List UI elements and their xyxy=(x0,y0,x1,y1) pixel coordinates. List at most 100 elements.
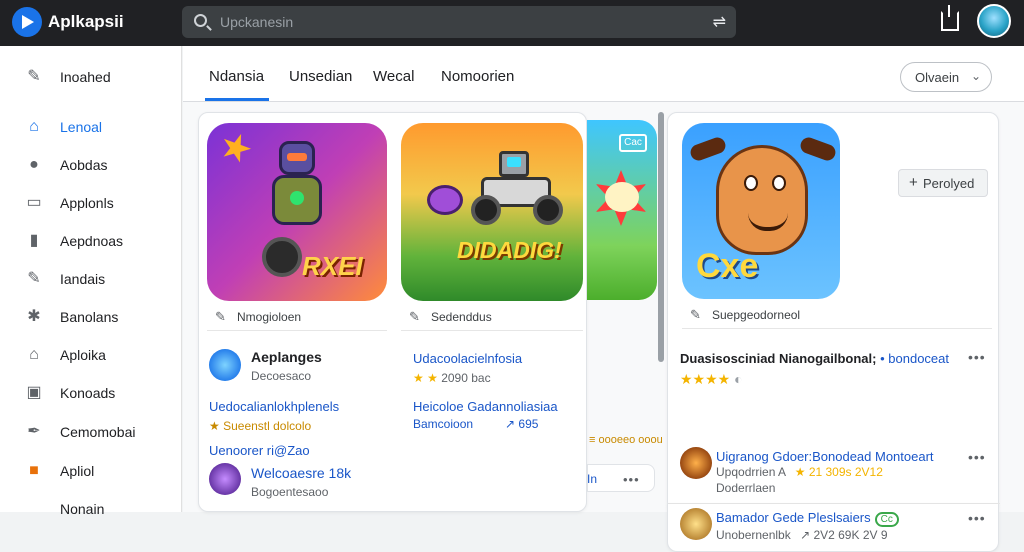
share-icon[interactable] xyxy=(941,5,959,31)
app-subtitle: Bogoentesaoo xyxy=(251,485,329,499)
sidebar-item-label: Aploika xyxy=(60,347,106,363)
sidebar-item-label: Inoahed xyxy=(60,69,111,85)
sidebar-item-9[interactable]: ✒ Cemomobai xyxy=(0,415,182,449)
app-link[interactable]: Welcoaesre 18k xyxy=(251,465,351,481)
tile-caption-label: Nmogioloen xyxy=(237,310,302,324)
search-bar[interactable]: Upckanesin ⇌ xyxy=(182,6,736,38)
sidebar-item-label: Apliol xyxy=(60,463,95,479)
game-tile-2-text: DIDADIG! xyxy=(457,237,562,263)
app-link[interactable]: Uigranog Gdoer:Bonodead Montoeart xyxy=(716,449,934,464)
more-icon[interactable]: ••• xyxy=(968,449,986,465)
app-rating: ★ 21 309s 2V12 xyxy=(794,465,883,479)
app-link[interactable]: Bamador Gede Pleslsaiers Cc xyxy=(716,510,899,527)
sidebar-item-label: Lenoal xyxy=(60,119,103,135)
app-title[interactable]: Aeplanges xyxy=(251,349,322,365)
app-icon[interactable] xyxy=(209,463,241,495)
top-bar: Aplkapsii Upckanesin ⇌ xyxy=(0,0,1024,46)
sidebar-item-10[interactable]: ■ Apliol xyxy=(0,454,182,488)
app-rating: ↗ 2V2 69K 2V 9 xyxy=(800,528,888,542)
add-button[interactable]: + Perolyed xyxy=(898,169,988,197)
app-card-left: RXEI DIDADIG! ✎ Nmogioloen ✎ Sedenddus A… xyxy=(198,112,587,512)
app-logo-icon[interactable] xyxy=(12,7,42,37)
sidebar-item-11[interactable]: Nonain xyxy=(0,492,182,526)
app-subtitle-text: Upqodrrien A xyxy=(716,465,786,479)
featured-headline-text: Duasisosciniad Nianogailbonal; xyxy=(680,351,877,366)
app-icon[interactable] xyxy=(680,508,712,540)
feather-icon: ✒ xyxy=(27,423,41,440)
more-icon[interactable]: ••• xyxy=(623,472,640,487)
sort-label: Olvaein xyxy=(915,70,960,85)
creature-illustration xyxy=(427,185,463,215)
strip-snippet: In xyxy=(587,472,598,486)
tile-caption-featured[interactable]: ✎ Suepgeodorneol xyxy=(682,303,992,329)
strip-card[interactable] xyxy=(587,464,655,492)
sidebar-item-label: Nonain xyxy=(60,501,105,517)
app-link[interactable]: Udacoolacielnfosia xyxy=(413,351,522,366)
sidebar-item-4[interactable]: ▮ Aepdnoas xyxy=(0,224,182,258)
sidebar-item-3[interactable]: ▭ Applonls xyxy=(0,186,182,220)
tile-caption-2[interactable]: ✎ Sedenddus xyxy=(401,305,583,331)
tab-0[interactable]: Ndansia xyxy=(209,68,264,85)
person-icon: ● xyxy=(29,156,39,173)
game-tile-1[interactable]: RXEI xyxy=(207,123,387,301)
tab-bar: Ndansia Unsedian Wecal Nomoorien Olvaein… xyxy=(183,46,1024,102)
app-badge-text: ★ Sueenstl dolcolo xyxy=(209,419,312,433)
rating-count: 2090 bac xyxy=(441,371,491,385)
app-link[interactable]: Uenoorer ri@Zao xyxy=(209,443,310,458)
bookmark-icon: ▣ xyxy=(26,384,42,401)
game-tile-1-text: RXEI xyxy=(302,251,363,281)
strip-badge: Cac xyxy=(619,134,647,152)
app-icon[interactable] xyxy=(209,349,241,381)
robot-illustration xyxy=(257,141,337,277)
gear-icon: ✱ xyxy=(27,308,41,325)
app-subtitle: Upqodrrien A ★ 21 309s 2V12 xyxy=(716,465,883,479)
app-icon[interactable] xyxy=(680,447,712,479)
tab-1[interactable]: Unsedian xyxy=(289,68,352,85)
sidebar-item-0[interactable]: ✎ Inoahed xyxy=(0,60,182,94)
app-link-text: Bamador Gede Pleslsaiers xyxy=(716,510,871,525)
sidebar-item-6[interactable]: ✱ Banolans xyxy=(0,300,182,334)
avatar[interactable] xyxy=(977,4,1011,38)
ear-shape xyxy=(798,135,838,163)
scrollbar[interactable] xyxy=(658,112,664,362)
pencil-icon: ✎ xyxy=(690,307,701,322)
app-card-right: Cxe + Perolyed ✎ Suepgeodorneol Duasisos… xyxy=(667,112,1000,512)
game-tile-featured[interactable]: Cxe xyxy=(682,123,840,299)
game-tile-2[interactable]: DIDADIG! xyxy=(401,123,583,301)
featured-headline-link[interactable]: • bondoceat xyxy=(880,351,949,366)
eye-shape xyxy=(772,175,786,191)
sidebar-item-8[interactable]: ▣ Konoads xyxy=(0,376,182,410)
more-icon[interactable]: ••• xyxy=(968,510,986,526)
app-link[interactable]: Heicoloe Gadannoliasiaa xyxy=(413,399,558,414)
search-icon xyxy=(194,14,207,27)
sort-dropdown[interactable]: Olvaein ⌄ xyxy=(900,62,992,92)
game-tile-3-partial[interactable]: Cac xyxy=(587,120,657,300)
eye-shape xyxy=(744,175,758,191)
sidebar-item-label: Aobdas xyxy=(60,157,108,173)
featured-rating: ★★★★ ◐ xyxy=(680,371,743,388)
tag-icon: ■ xyxy=(29,462,39,479)
sidebar: ✎ Inoahed ⌂ Lenoal ● Aobdas ▭ Applonls ▮… xyxy=(0,46,182,517)
more-icon[interactable]: ••• xyxy=(968,349,986,365)
search-input[interactable]: Upckanesin xyxy=(220,14,293,30)
app-extra: ↗ 695 xyxy=(505,417,539,431)
app-subtitle: Bamcoioon xyxy=(413,417,474,431)
app-subtitle: Decoesaco xyxy=(251,369,312,383)
main-content: Ndansia Unsedian Wecal Nomoorien Olvaein… xyxy=(183,46,1024,552)
share-swap-icon[interactable]: ⇌ xyxy=(713,12,726,32)
featured-headline: Duasisosciniad Nianogailbonal; • bondoce… xyxy=(680,351,949,366)
sidebar-item-5[interactable]: ✎ Iandais xyxy=(0,262,182,296)
app-link[interactable]: Uedocalianlokhplenels xyxy=(209,399,339,414)
sidebar-item-label: Cemomobai xyxy=(60,424,136,440)
tab-3[interactable]: Nomoorien xyxy=(441,68,514,85)
app-card-right-footer: Bamador Gede Pleslsaiers Cc Unobernenlbk … xyxy=(667,504,999,552)
app-title: Aplkapsii xyxy=(48,12,124,31)
sidebar-item-1[interactable]: ⌂ Lenoal xyxy=(0,110,182,144)
sidebar-item-2[interactable]: ● Aobdas xyxy=(0,148,182,182)
sidebar-item-label: Applonls xyxy=(60,195,114,211)
app-subtitle: Unobernenlbk ↗ 2V2 69K 2V 9 xyxy=(716,528,888,542)
add-button-label: Perolyed xyxy=(923,176,975,191)
sidebar-item-7[interactable]: ⌂ Aploika xyxy=(0,338,182,372)
tile-caption-1[interactable]: ✎ Nmogioloen xyxy=(207,305,387,331)
tab-2[interactable]: Wecal xyxy=(373,68,414,85)
